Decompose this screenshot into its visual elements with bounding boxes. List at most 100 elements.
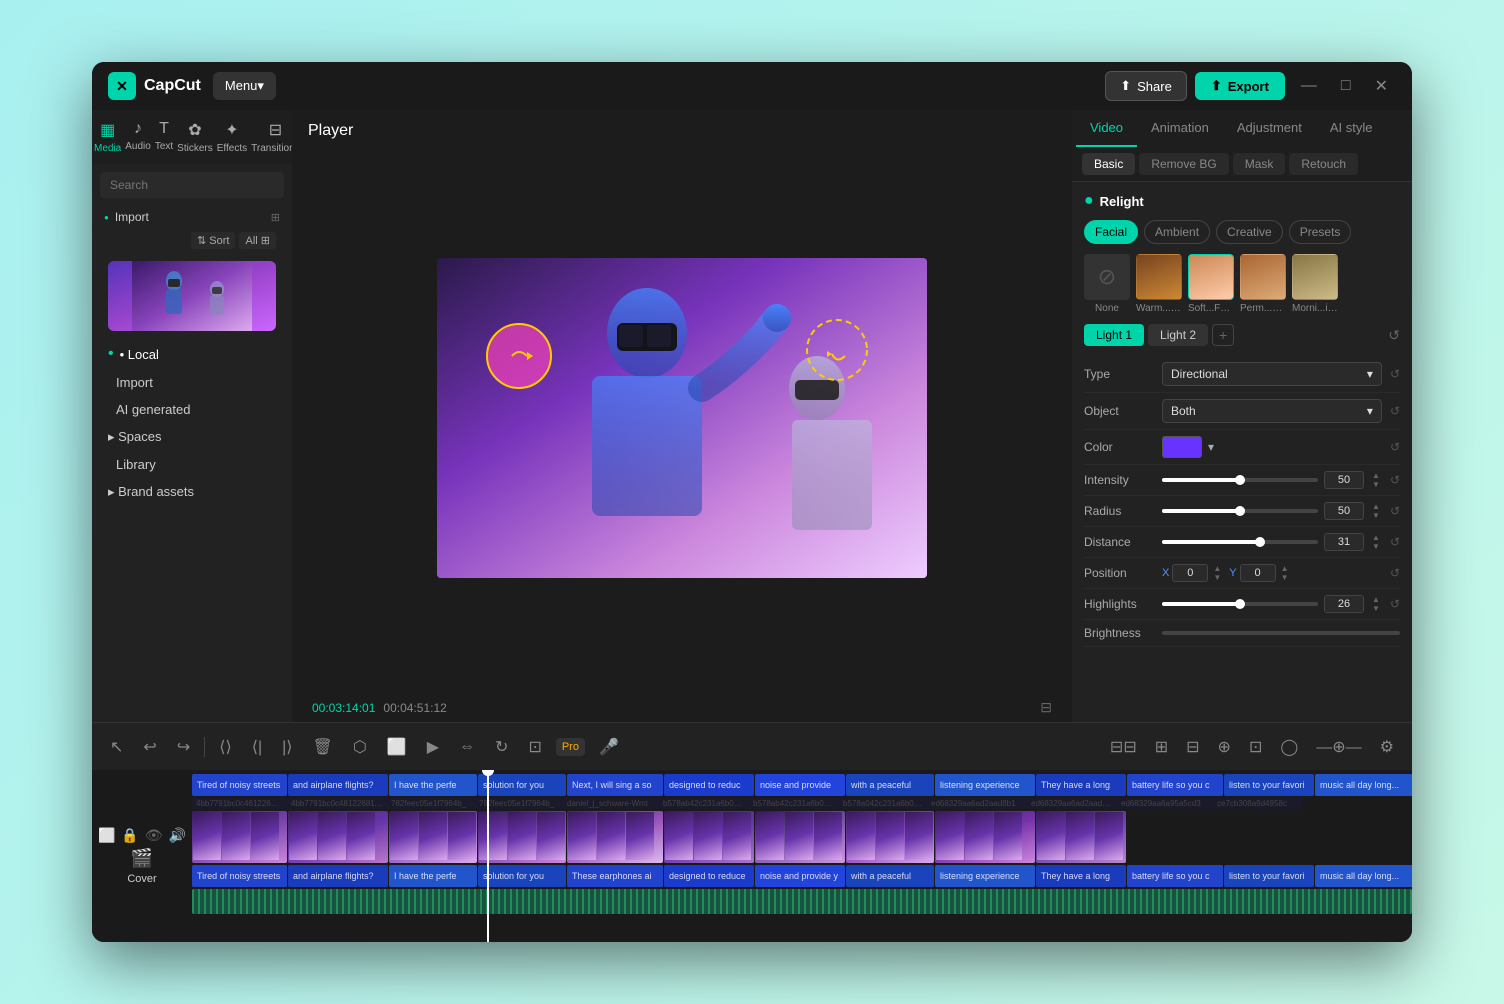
preset-morni-light[interactable]: Morni...ight <box>1292 254 1338 314</box>
radius-reset-icon[interactable]: ↺ <box>1390 504 1400 518</box>
face-tab-presets[interactable]: Presets <box>1289 220 1352 244</box>
menu-button[interactable]: Menu▾ <box>213 72 276 100</box>
intensity-up[interactable]: ▲ <box>1370 472 1382 480</box>
sub-seg-4[interactable]: Next, I will sing a so <box>567 774 663 796</box>
sub2-seg-5[interactable]: designed to reduce <box>664 865 754 887</box>
toolbar-stickers[interactable]: ✿ Stickers <box>175 114 215 160</box>
pos-y-down[interactable]: ▼ <box>1279 574 1291 582</box>
intensity-down[interactable]: ▼ <box>1370 481 1382 489</box>
distance-input[interactable] <box>1324 533 1364 551</box>
close-button[interactable]: ✕ <box>1367 72 1396 100</box>
all-button[interactable]: All ⊞ <box>239 232 276 249</box>
distance-slider[interactable] <box>1162 540 1318 544</box>
link-tool[interactable]: ⊟⊟ <box>1104 733 1143 761</box>
sort-button[interactable]: ⇅ Sort <box>191 232 235 249</box>
vid-seg-4[interactable] <box>567 811 663 863</box>
subtab-basic[interactable]: Basic <box>1082 153 1135 175</box>
intensity-input[interactable] <box>1324 471 1364 489</box>
split-tool[interactable]: ⟨⟩ <box>213 733 237 761</box>
magnetic-tool[interactable]: ⊞ <box>1149 733 1174 761</box>
highlights-slider[interactable] <box>1162 602 1318 606</box>
reset-light-button[interactable]: ↺ <box>1388 327 1400 344</box>
vid-seg-2[interactable] <box>389 811 477 863</box>
sub-seg-10[interactable]: battery life so you c <box>1127 774 1223 796</box>
face-tab-ambient[interactable]: Ambient <box>1144 220 1210 244</box>
nav-library[interactable]: Library <box>100 451 284 478</box>
sub2-seg-11[interactable]: listen to your favori <box>1224 865 1314 887</box>
add-track[interactable]: ⊕ <box>1212 733 1237 761</box>
sub2-seg-2[interactable]: I have the perfe <box>389 865 477 887</box>
share-button[interactable]: ⬆ Share <box>1105 71 1187 101</box>
highlights-reset-icon[interactable]: ↺ <box>1390 597 1400 611</box>
face-tab-facial[interactable]: Facial <box>1084 220 1138 244</box>
radius-input[interactable] <box>1324 502 1364 520</box>
grid-view-btn[interactable]: ⊞ <box>271 211 280 224</box>
brightness-slider[interactable] <box>1162 631 1400 635</box>
light-tab-2[interactable]: Light 2 <box>1148 324 1208 346</box>
sub-seg-11[interactable]: listen to your favori <box>1224 774 1314 796</box>
sub2-seg-4[interactable]: These earphones ai <box>567 865 663 887</box>
trim-left[interactable]: ⟨| <box>246 733 268 761</box>
marker-tool[interactable]: ◯ <box>1274 733 1304 761</box>
tab-video[interactable]: Video <box>1076 110 1137 147</box>
vid-seg-0[interactable] <box>192 811 287 863</box>
intensity-thumb[interactable] <box>1235 475 1245 485</box>
nav-local[interactable]: • • Local <box>100 339 284 369</box>
flip-h[interactable]: ⇔ <box>453 734 481 760</box>
sub2-seg-6[interactable]: noise and provide y <box>755 865 845 887</box>
preset-perm-ated[interactable]: Perm...ated <box>1240 254 1286 314</box>
sub2-seg-9[interactable]: They have a long <box>1036 865 1126 887</box>
nav-ai-generated[interactable]: AI generated <box>100 396 284 423</box>
minimize-button[interactable]: — <box>1293 73 1325 99</box>
toolbar-media[interactable]: ▦ Media <box>92 114 123 160</box>
sub2-seg-8[interactable]: listening experience <box>935 865 1035 887</box>
add-light-button[interactable]: + <box>1212 324 1234 346</box>
pos-x-down[interactable]: ▼ <box>1211 574 1223 582</box>
radius-up[interactable]: ▲ <box>1370 503 1382 511</box>
vid-seg-5[interactable] <box>664 811 754 863</box>
media-thumbnail[interactable] <box>108 261 276 331</box>
settings-btn[interactable]: ⚙ <box>1374 733 1400 761</box>
export-button[interactable]: ⬆ Export <box>1195 72 1285 100</box>
search-input[interactable] <box>100 172 284 198</box>
preset-warm-light[interactable]: Warm...ight <box>1136 254 1182 314</box>
select-tool[interactable]: ↖ <box>104 733 129 761</box>
sub-seg-5[interactable]: designed to reduc <box>664 774 754 796</box>
highlights-thumb[interactable] <box>1235 599 1245 609</box>
toolbar-audio[interactable]: ♪ Audio <box>123 114 153 160</box>
delete-tool[interactable]: 🗑 <box>307 733 339 761</box>
radius-slider[interactable] <box>1162 509 1318 513</box>
subtab-mask[interactable]: Mask <box>1233 153 1286 175</box>
radius-down[interactable]: ▼ <box>1370 512 1382 520</box>
vid-seg-6[interactable] <box>755 811 845 863</box>
type-dropdown[interactable]: Directional ▾ <box>1162 362 1382 386</box>
intensity-reset-icon[interactable]: ↺ <box>1390 473 1400 487</box>
import-label[interactable]: Import <box>115 210 149 224</box>
playhead[interactable] <box>487 770 489 942</box>
distance-thumb[interactable] <box>1255 537 1265 547</box>
color-reset-icon[interactable]: ↺ <box>1390 440 1400 454</box>
highlights-input[interactable] <box>1324 595 1364 613</box>
layout-icon[interactable]: ⊟ <box>1040 699 1052 716</box>
highlights-down[interactable]: ▼ <box>1370 605 1382 613</box>
position-reset-icon[interactable]: ↺ <box>1390 566 1400 580</box>
vid-seg-8[interactable] <box>935 811 1035 863</box>
sub-seg-9[interactable]: They have a long <box>1036 774 1126 796</box>
light-tab-1[interactable]: Light 1 <box>1084 324 1144 346</box>
distance-reset-icon[interactable]: ↺ <box>1390 535 1400 549</box>
radius-thumb[interactable] <box>1235 506 1245 516</box>
nav-spaces[interactable]: ▸ Spaces <box>100 423 284 451</box>
subtab-retouch[interactable]: Retouch <box>1289 153 1358 175</box>
toolbar-effects[interactable]: ✦ Effects <box>215 114 249 160</box>
nav-import[interactable]: Import <box>100 369 284 396</box>
object-reset-icon[interactable]: ↺ <box>1390 404 1400 418</box>
tab-animation[interactable]: Animation <box>1137 110 1223 147</box>
subtab-remove-bg[interactable]: Remove BG <box>1139 153 1228 175</box>
distance-down[interactable]: ▼ <box>1370 543 1382 551</box>
sub2-seg-7[interactable]: with a peaceful <box>846 865 934 887</box>
highlights-up[interactable]: ▲ <box>1370 596 1382 604</box>
sub2-seg-12[interactable]: music all day long... <box>1315 865 1412 887</box>
pos-x-up[interactable]: ▲ <box>1211 565 1223 573</box>
vid-seg-7[interactable] <box>846 811 934 863</box>
preset-soft-face[interactable]: Soft...Face <box>1188 254 1234 314</box>
